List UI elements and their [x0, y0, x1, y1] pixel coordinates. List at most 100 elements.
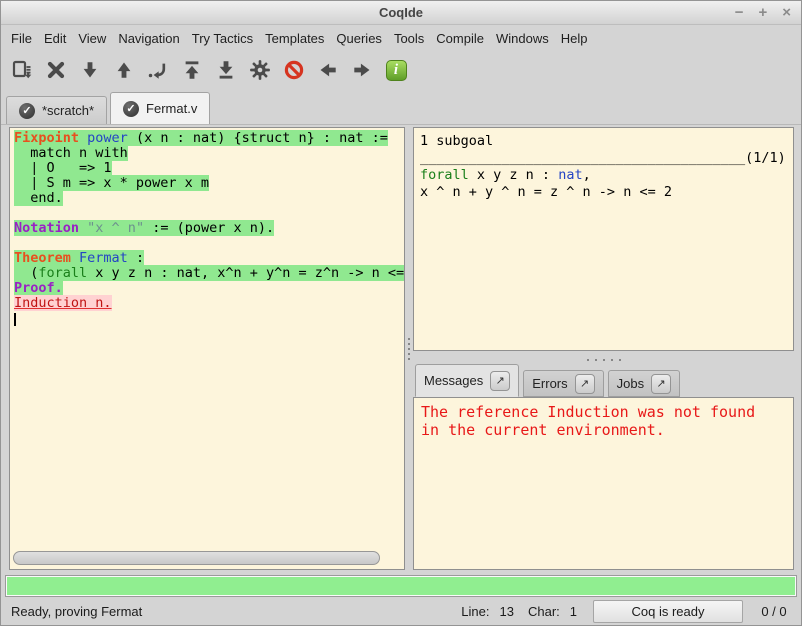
- highlight-proc: match n with: [14, 145, 128, 161]
- coq-status: Coq is ready: [593, 600, 743, 623]
- detach-arrow-icon: ↗: [496, 374, 505, 387]
- code-line: Induction n.: [14, 296, 404, 311]
- check-document-button[interactable]: [5, 54, 39, 86]
- messages-view: The reference Induction was not foundin …: [413, 397, 794, 570]
- status-message: Ready, proving Fermat: [11, 604, 447, 619]
- arrow-left-icon: [317, 59, 339, 81]
- char-value: 1: [570, 604, 577, 619]
- highlight-proc: Notation "x ^ n" := (power x n).: [14, 220, 274, 236]
- panel-tab-errors[interactable]: Errors ↗: [523, 370, 603, 397]
- worker-counter: 0 / 0: [757, 604, 791, 619]
- menu-item-tools[interactable]: Tools: [388, 27, 430, 50]
- line-label: Line:: [461, 604, 489, 619]
- pane-divider[interactable]: [405, 127, 413, 570]
- arrow-down-icon: [79, 59, 101, 81]
- back-button[interactable]: [311, 54, 345, 86]
- toolbar: i: [1, 51, 801, 89]
- code-line: | O => 1: [14, 161, 404, 176]
- menu-item-file[interactable]: File: [5, 27, 38, 50]
- close-buffer-button[interactable]: [39, 54, 73, 86]
- menu-item-windows[interactable]: Windows: [490, 27, 555, 50]
- go-to-start-button[interactable]: [175, 54, 209, 86]
- menu-item-try-tactics[interactable]: Try Tactics: [186, 27, 259, 50]
- right-column: 1 subgoal_______________________________…: [413, 127, 794, 570]
- arrow-down-to-bottom-icon: [215, 59, 237, 81]
- coqide-window: CoqIde − + × FileEditViewNavigationTry T…: [0, 0, 802, 626]
- menu-item-view[interactable]: View: [72, 27, 112, 50]
- backward-step-button[interactable]: [107, 54, 141, 86]
- menubar: FileEditViewNavigationTry TacticsTemplat…: [1, 25, 801, 51]
- code-line: match n with: [14, 146, 404, 161]
- panel-tab-label: Messages: [424, 373, 483, 388]
- window-controls: − + ×: [735, 1, 791, 24]
- arrow-up-to-top-icon: [181, 59, 203, 81]
- detach-button[interactable]: ↗: [651, 374, 671, 394]
- document-down-icon: [11, 59, 33, 81]
- highlight-proc: Theorem Fermat :: [14, 250, 144, 266]
- code-line: [14, 311, 404, 326]
- tab-fermat-v[interactable]: ✓ Fermat.v: [110, 92, 210, 124]
- tab-label: Fermat.v: [146, 101, 197, 116]
- menu-item-templates[interactable]: Templates: [259, 27, 330, 50]
- check-circle-icon: ✓: [19, 103, 35, 119]
- panel-tab-jobs[interactable]: Jobs ↗: [608, 370, 680, 397]
- code-line: (forall x y z n : nat, x^n + y^n = z^n -…: [14, 266, 404, 281]
- close-button[interactable]: ×: [782, 5, 791, 20]
- code-line: end.: [14, 191, 404, 206]
- divider-grip-icon: [408, 335, 410, 363]
- interrupt-button[interactable]: [277, 54, 311, 86]
- go-to-end-button[interactable]: [209, 54, 243, 86]
- maximize-button[interactable]: +: [758, 5, 767, 20]
- code-line: Notation "x ^ n" := (power x n).: [14, 221, 404, 236]
- panel-tab-messages[interactable]: Messages ↗: [415, 364, 519, 397]
- info-icon: i: [386, 60, 407, 81]
- panel-tab-label: Jobs: [617, 376, 644, 391]
- highlight-proc: Proof.: [14, 280, 63, 296]
- about-button[interactable]: i: [379, 54, 413, 86]
- horizontal-scrollbar[interactable]: [12, 550, 390, 567]
- forward-step-button[interactable]: [73, 54, 107, 86]
- line-value: 13: [500, 604, 514, 619]
- detach-button[interactable]: ↗: [490, 371, 510, 391]
- panel-divider[interactable]: [413, 351, 794, 363]
- detach-arrow-icon: ↗: [657, 377, 666, 390]
- progress-bar: [5, 575, 797, 597]
- goal-view: 1 subgoal_______________________________…: [413, 127, 794, 351]
- code-line: Fixpoint power (x n : nat) {struct n} : …: [14, 131, 404, 146]
- message-line: The reference Induction was not found: [421, 403, 786, 421]
- panel-tabbar: Messages ↗ Errors ↗ Jobs ↗: [413, 363, 794, 397]
- progress-fill: [7, 577, 795, 595]
- code-line: [14, 236, 404, 251]
- editor-tabbar: ✓ *scratch* ✓ Fermat.v: [1, 89, 801, 125]
- minimize-button[interactable]: −: [735, 5, 744, 20]
- goal-line: x ^ n + y ^ n = z ^ n -> n <= 2: [420, 184, 787, 201]
- check-circle-icon: ✓: [123, 101, 139, 117]
- code-line: Theorem Fermat :: [14, 251, 404, 266]
- preferences-button[interactable]: [243, 54, 277, 86]
- statusbar: Ready, proving Fermat Line: 13 Char: 1 C…: [1, 598, 801, 625]
- menu-item-queries[interactable]: Queries: [330, 27, 388, 50]
- menu-item-edit[interactable]: Edit: [38, 27, 72, 50]
- stop-icon: [283, 59, 305, 81]
- code-line: [14, 206, 404, 221]
- message-line: in the current environment.: [421, 421, 786, 439]
- panel-tab-label: Errors: [532, 376, 567, 391]
- forward-button[interactable]: [345, 54, 379, 86]
- titlebar[interactable]: CoqIde − + ×: [1, 1, 801, 25]
- detach-button[interactable]: ↗: [575, 374, 595, 394]
- highlight-proc: | S m => x * power x m: [14, 175, 209, 191]
- code-line: Proof.: [14, 281, 404, 296]
- code-editor[interactable]: Fixpoint power (x n : nat) {struct n} : …: [10, 128, 404, 549]
- main-area: Fixpoint power (x n : nat) {struct n} : …: [1, 125, 801, 573]
- highlight-proc: end.: [14, 190, 63, 206]
- goto-cursor-icon: [147, 59, 169, 81]
- tab-scratch[interactable]: ✓ *scratch*: [6, 96, 107, 124]
- menu-item-compile[interactable]: Compile: [430, 27, 490, 50]
- go-to-cursor-button[interactable]: [141, 54, 175, 86]
- window-title: CoqIde: [379, 5, 423, 20]
- tab-label: *scratch*: [42, 103, 94, 118]
- scrollbar-thumb[interactable]: [13, 551, 380, 565]
- menu-item-help[interactable]: Help: [555, 27, 594, 50]
- code-line: | S m => x * power x m: [14, 176, 404, 191]
- menu-item-navigation[interactable]: Navigation: [112, 27, 185, 50]
